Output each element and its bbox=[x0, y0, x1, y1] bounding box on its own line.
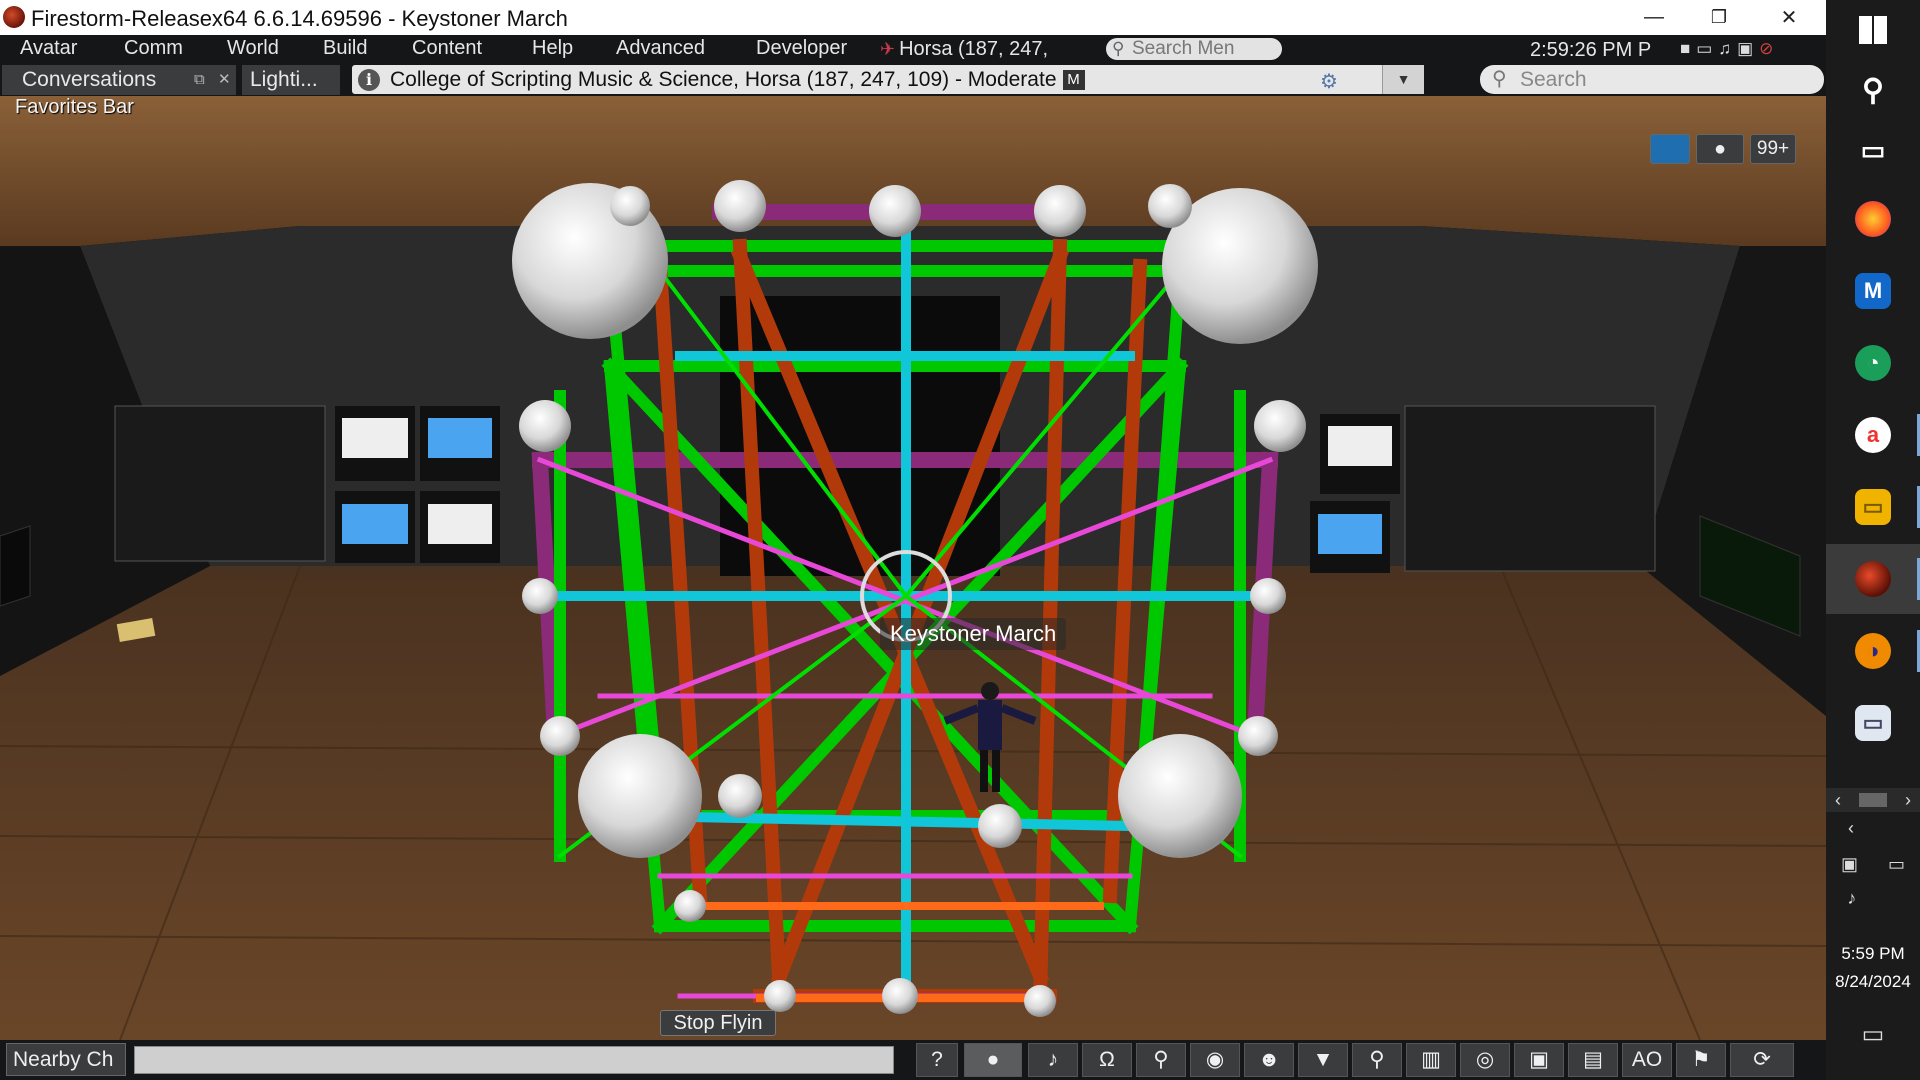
stop-flying-button[interactable]: Stop Flyin bbox=[660, 1010, 776, 1036]
minimize-button[interactable]: — bbox=[1625, 0, 1683, 35]
monitor-icon[interactable]: ▭ bbox=[1696, 39, 1712, 59]
slides-icon[interactable]: ▭ bbox=[1826, 472, 1920, 542]
hud-icons: ● 99+ bbox=[1650, 134, 1796, 164]
close-tab-icon[interactable]: ✕ bbox=[218, 65, 231, 95]
speech-bubble-icon[interactable]: ● bbox=[1696, 134, 1744, 164]
chat-channel-selector[interactable]: Nearby Ch bbox=[6, 1043, 126, 1076]
menu-build[interactable]: Build bbox=[323, 35, 367, 63]
window-title: Firestorm-Releasex64 6.6.14.69596 - Keys… bbox=[31, 6, 568, 31]
menu-advanced[interactable]: Advanced bbox=[616, 35, 705, 63]
menu-developer[interactable]: Developer bbox=[756, 35, 847, 63]
autodesk-icon[interactable]: a bbox=[1826, 400, 1920, 470]
sync-icon[interactable]: ⟳ bbox=[1730, 1043, 1794, 1077]
firestorm-icon[interactable] bbox=[1826, 544, 1920, 614]
window-title-bar: Firestorm-Releasex64 6.6.14.69596 - Keys… bbox=[0, 0, 1826, 35]
clock-time: 5:59 PM bbox=[1841, 944, 1905, 963]
volume-icon[interactable]: ♪ bbox=[1847, 888, 1856, 909]
flying-status-icon: ✈ bbox=[880, 39, 896, 59]
maturity-badge: M bbox=[1062, 70, 1085, 90]
audacity-icon[interactable]: ◑ bbox=[1826, 616, 1920, 686]
headphones-icon[interactable]: Ω bbox=[1082, 1043, 1132, 1077]
search-menu-input[interactable]: ⚲ Search Men bbox=[1106, 38, 1282, 60]
menu-comm[interactable]: Comm bbox=[124, 35, 183, 63]
position-readout[interactable]: ✈ Horsa (187, 247, bbox=[880, 35, 1048, 63]
walk-icon[interactable]: ⚲ bbox=[1136, 1043, 1186, 1077]
undock-icon[interactable]: ⧉ bbox=[194, 65, 205, 95]
media-controls: ■ ▭ ♫ ▣ ⊘ bbox=[1680, 39, 1773, 59]
search-icon: ⚲ bbox=[1492, 68, 1507, 90]
notifications-icon[interactable]: ▭ bbox=[1826, 1020, 1920, 1049]
chat-input[interactable] bbox=[134, 1046, 894, 1074]
windows-taskbar: ⚲ ▭ M ◔ a ▭ ◑ ▭ ‹ › ‹ ▣ ▭ ♪ 5:59 PM 8/24… bbox=[1826, 0, 1920, 1080]
task-view-icon[interactable]: ▭ bbox=[1826, 120, 1920, 180]
close-button[interactable]: ✕ bbox=[1760, 0, 1818, 35]
network-share-icon[interactable]: ▣ bbox=[1841, 854, 1858, 875]
display-icon[interactable]: ▭ bbox=[1888, 854, 1905, 875]
search-menu-placeholder: Search Men bbox=[1132, 38, 1235, 59]
location-text: College of Scripting Music & Science, Ho… bbox=[390, 65, 1085, 94]
search-icon[interactable]: ⚲ bbox=[1352, 1043, 1402, 1077]
tray-icons-row: ▣ ▭ bbox=[1826, 854, 1920, 875]
scene-render bbox=[0, 96, 1826, 1040]
camera-icon[interactable]: ▣ bbox=[1514, 1043, 1564, 1077]
eye-icon[interactable]: ◉ bbox=[1190, 1043, 1240, 1077]
search-icon[interactable]: ⚲ bbox=[1826, 60, 1920, 120]
firestorm-app-icon bbox=[3, 6, 25, 28]
scroll-right-icon[interactable]: › bbox=[1905, 790, 1911, 811]
windows-start-icon[interactable] bbox=[1826, 0, 1920, 60]
favorites-bar[interactable]: Favorites Bar bbox=[15, 96, 134, 119]
location-name: College of Scripting Music & Science, Ho… bbox=[390, 68, 1057, 91]
mathcad-icon[interactable]: M bbox=[1826, 256, 1920, 326]
people-icon[interactable]: ☻ bbox=[1244, 1043, 1294, 1077]
menu-help[interactable]: Help bbox=[532, 35, 573, 63]
clock-date: 8/24/2024 bbox=[1835, 972, 1911, 991]
mute-icon[interactable]: ⊘ bbox=[1759, 39, 1773, 59]
info-icon[interactable]: i bbox=[358, 69, 380, 91]
help-icon[interactable]: ? bbox=[916, 1043, 958, 1077]
location-pin-icon[interactable]: ⚑ bbox=[1676, 1043, 1726, 1077]
menu-avatar[interactable]: Avatar bbox=[20, 35, 77, 63]
disk-icon[interactable]: ▭ bbox=[1826, 688, 1920, 758]
radar-icon[interactable]: ◎ bbox=[1460, 1043, 1510, 1077]
viewer-clock: 2:59:26 PM P bbox=[1530, 39, 1652, 61]
avatar-name-tag: Keystoner March bbox=[880, 618, 1067, 650]
scripts-icon[interactable]: ⚙ bbox=[1320, 68, 1338, 97]
navigation-bar: Conversations ⧉ ✕ Lighti... i College of… bbox=[0, 63, 1826, 96]
minimap-icon[interactable] bbox=[1650, 134, 1690, 164]
viewer-menu-bar: Avatar Comm World Build Content Help Adv… bbox=[0, 35, 1826, 63]
location-bar[interactable]: i College of Scripting Music & Science, … bbox=[352, 65, 1424, 94]
tab-conversations-label: Conversations bbox=[22, 68, 157, 91]
tab-conversations[interactable]: Conversations ⧉ ✕ bbox=[2, 65, 236, 95]
bottom-toolbar: Nearby Ch ? ● ♪ Ω ⚲ ◉ ☻ ▼ ⚲ ▥ ◎ ▣ ▤ AO ⚑… bbox=[0, 1040, 1826, 1080]
shirt-icon[interactable]: ▼ bbox=[1298, 1043, 1348, 1077]
tab-lighting[interactable]: Lighti... bbox=[242, 65, 340, 95]
tray-volume-row: ♪ bbox=[1826, 888, 1920, 909]
chat-bubble-icon[interactable]: ● bbox=[964, 1043, 1022, 1077]
inventory-icon[interactable]: ▤ bbox=[1568, 1043, 1618, 1077]
ao-button[interactable]: AO bbox=[1622, 1043, 1672, 1077]
system-clock[interactable]: 5:59 PM 8/24/2024 bbox=[1826, 940, 1920, 996]
chevron-left-icon[interactable]: ‹ bbox=[1848, 818, 1854, 839]
tray-expand-row: ‹ bbox=[1826, 818, 1920, 839]
map-icon[interactable]: ▥ bbox=[1406, 1043, 1456, 1077]
media-stream-icon[interactable]: ▣ bbox=[1737, 39, 1753, 59]
arc-icon[interactable]: ◔ bbox=[1826, 328, 1920, 398]
search-placeholder: Search bbox=[1520, 68, 1587, 91]
restore-button[interactable]: ❐ bbox=[1690, 0, 1748, 35]
taskbar-scroll: ‹ › bbox=[1826, 788, 1920, 812]
search-icon: ⚲ bbox=[1112, 39, 1125, 58]
3d-world-view[interactable]: Favorites Bar ● 99+ Keystoner March Stop… bbox=[0, 96, 1826, 1040]
scroll-left-icon[interactable]: ‹ bbox=[1835, 790, 1841, 811]
notifications-count[interactable]: 99+ bbox=[1750, 134, 1796, 164]
menu-world[interactable]: World bbox=[227, 35, 279, 63]
position-text: Horsa (187, 247, bbox=[899, 38, 1049, 60]
search-input[interactable]: ⚲ Search bbox=[1480, 65, 1824, 94]
video-icon[interactable]: ■ bbox=[1680, 39, 1690, 59]
location-dropdown-button[interactable]: ▼ bbox=[1382, 65, 1424, 94]
music-icon[interactable]: ♫ bbox=[1718, 39, 1731, 59]
firefox-icon[interactable] bbox=[1826, 184, 1920, 254]
microphone-icon[interactable]: ♪ bbox=[1028, 1043, 1078, 1077]
scroll-thumb[interactable] bbox=[1859, 793, 1887, 807]
menu-content[interactable]: Content bbox=[412, 35, 482, 63]
